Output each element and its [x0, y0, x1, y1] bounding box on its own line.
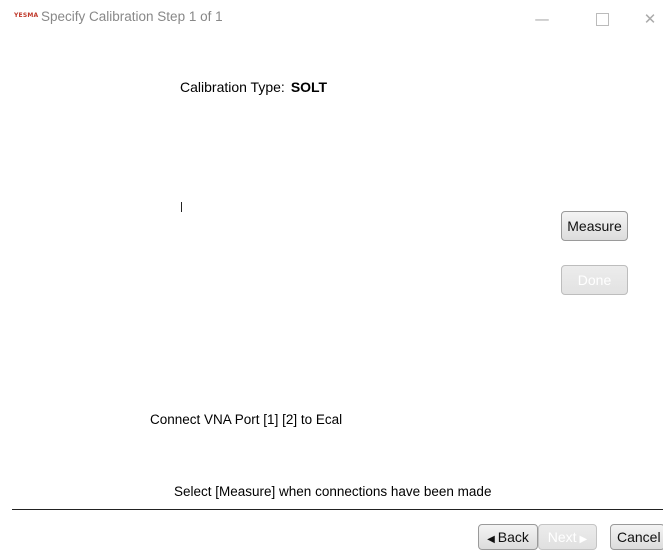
measure-button[interactable]: Measure: [561, 211, 628, 241]
next-label: Next: [547, 529, 577, 545]
window-title: Specify Calibration Step 1 of 1: [41, 9, 223, 24]
done-button[interactable]: Done: [561, 265, 628, 295]
app-logo: YESMA: [14, 12, 39, 19]
maximize-icon: [595, 13, 609, 26]
text-cursor: [181, 202, 182, 212]
calibration-type: Calibration Type: SOLT: [180, 79, 327, 95]
back-button[interactable]: ◀ Back: [478, 524, 538, 550]
next-arrow-icon: ▶: [579, 534, 588, 545]
select-instruction: Select [Measure] when connections have b…: [174, 484, 492, 499]
divider: [12, 509, 663, 510]
title-bar: YESMA Specify Calibration Step 1 of 1 — …: [0, 0, 663, 40]
calibration-type-label: Calibration Type:: [180, 79, 285, 95]
maximize-button[interactable]: [587, 8, 617, 30]
next-button[interactable]: Next ▶: [538, 524, 597, 550]
minimize-button[interactable]: —: [527, 8, 557, 30]
cancel-button[interactable]: Cancel: [610, 524, 663, 550]
connect-instruction: Connect VNA Port [1] [2] to Ecal: [150, 412, 343, 427]
close-button[interactable]: ✕: [635, 8, 663, 30]
calibration-type-value: SOLT: [290, 79, 328, 95]
back-label: Back: [497, 529, 529, 545]
back-arrow-icon: ◀: [487, 534, 495, 545]
